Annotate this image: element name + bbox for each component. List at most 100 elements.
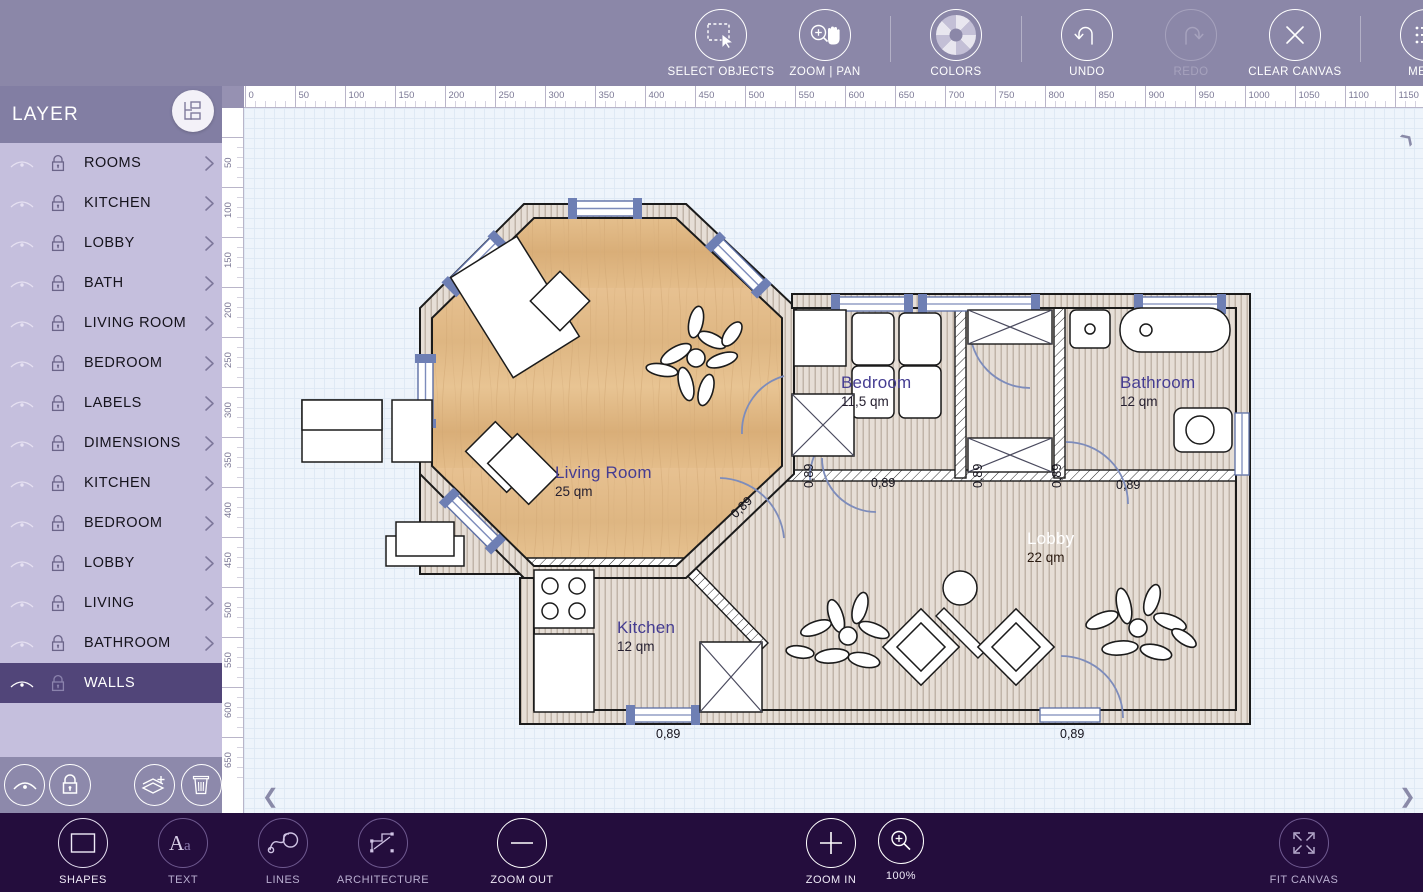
layer-visibility-icon[interactable]	[0, 676, 44, 690]
chevron-right-icon[interactable]	[196, 195, 222, 212]
zoom-out-button[interactable]: ZOOM OUT	[470, 818, 574, 886]
layer-visibility-icon[interactable]	[0, 596, 44, 610]
menu-button[interactable]: MENU	[1374, 0, 1423, 86]
ruler-minor-tick	[734, 101, 736, 107]
sidebar-item-bedroom[interactable]: BEDROOM	[0, 343, 222, 383]
layer-visibility-icon[interactable]	[0, 196, 44, 210]
fit-canvas-button[interactable]: FIT CANVAS	[1252, 818, 1356, 886]
layer-visibility-icon[interactable]	[0, 356, 44, 370]
sidebar-item-walls[interactable]: WALLS	[0, 663, 222, 703]
layer-visibility-icon[interactable]	[0, 316, 44, 330]
ruler-minor-tick	[784, 101, 786, 107]
sidebar-item-lobby[interactable]: LOBBY	[0, 223, 222, 263]
layer-visibility-icon[interactable]	[0, 476, 44, 490]
layer-visibility-button[interactable]	[4, 764, 46, 806]
layer-visibility-icon[interactable]	[0, 156, 44, 170]
layer-visibility-icon[interactable]	[0, 396, 44, 410]
layer-lock-button[interactable]	[49, 764, 91, 806]
chevron-right-icon[interactable]	[196, 355, 222, 372]
zoom-pan-button[interactable]: ZOOM | PAN	[773, 0, 877, 86]
lock-icon	[51, 234, 65, 251]
select-objects-button[interactable]: SELECT OBJECTS	[667, 0, 774, 86]
sidebar-item-kitchen[interactable]: KITCHEN	[0, 183, 222, 223]
redo-button[interactable]: REDO	[1139, 0, 1243, 86]
architecture-button[interactable]: ARCHITECTURE	[331, 818, 435, 886]
layer-lock-icon[interactable]	[44, 434, 72, 453]
chevron-right-icon[interactable]	[196, 595, 222, 612]
undo-button[interactable]: UNDO	[1035, 0, 1139, 86]
layer-lock-icon[interactable]	[44, 514, 72, 533]
horizontal-ruler[interactable]: 0 50 100 150 200 250 300 350 400 450 500 550 600 650 7…	[244, 86, 1423, 108]
layer-lock-icon[interactable]	[44, 274, 72, 293]
canvas-grid[interactable]: Living Room 25 qm Bedroom 11,5 qm Bathro…	[244, 108, 1423, 813]
layer-tree-button[interactable]	[172, 90, 214, 132]
layer-lock-icon[interactable]	[44, 194, 72, 213]
sidebar-item-bedroom[interactable]: BEDROOM	[0, 503, 222, 543]
delete-layer-button[interactable]	[180, 764, 222, 806]
layer-lock-icon[interactable]	[44, 314, 72, 333]
chevron-right-icon[interactable]	[196, 475, 222, 492]
sidebar-item-label: LIVING ROOM	[84, 315, 187, 331]
chevron-right-icon[interactable]	[196, 635, 222, 652]
layer-lock-icon[interactable]	[44, 474, 72, 493]
chevron-right-icon[interactable]	[196, 275, 222, 292]
clear-canvas-button[interactable]: CLEAR CANVAS	[1243, 0, 1347, 86]
sidebar-item-lobby[interactable]: LOBBY	[0, 543, 222, 583]
layer-visibility-icon[interactable]	[0, 276, 44, 290]
chevron-right-icon[interactable]	[196, 315, 222, 332]
ruler-tick-label: 550	[798, 90, 815, 101]
layer-lock-icon[interactable]	[44, 554, 72, 573]
chevron-right-icon[interactable]	[196, 155, 222, 172]
zoom-reset-button[interactable]: 100%	[849, 818, 953, 882]
layer-lock-icon[interactable]	[44, 394, 72, 413]
vertical-ruler[interactable]: 50 100 150 200 250 300 350 400 450 500 550 600 650	[222, 108, 244, 813]
chevron-right-icon[interactable]	[196, 515, 222, 532]
ruler-minor-tick	[384, 101, 386, 107]
sidebar-item-labels[interactable]: LABELS	[0, 383, 222, 423]
fit-canvas-icon-circle	[1279, 818, 1329, 868]
layer-visibility-icon[interactable]	[0, 636, 44, 650]
chevron-right-icon[interactable]	[196, 435, 222, 452]
add-layer-button[interactable]	[133, 764, 175, 806]
lines-button[interactable]: LINES	[231, 818, 335, 886]
layer-lock-icon[interactable]	[44, 634, 72, 653]
layer-lock-icon[interactable]	[44, 594, 72, 613]
sidebar-item-bathroom[interactable]: BATHROOM	[0, 623, 222, 663]
sidebar-item-bath[interactable]: BATH	[0, 263, 222, 303]
ruler-minor-tick	[404, 101, 406, 107]
dimension-label: 0,89	[1050, 463, 1064, 488]
sidebar-item-rooms[interactable]: ROOMS	[0, 143, 222, 183]
text-icon-circle: A a	[158, 818, 208, 868]
ruler-minor-tick	[237, 246, 243, 248]
chevron-right-icon[interactable]	[196, 235, 222, 252]
ruler-tick-label: 750	[998, 90, 1015, 101]
sidebar-item-living[interactable]: LIVING	[0, 583, 222, 623]
layer-lock-icon[interactable]	[44, 234, 72, 253]
ruler-tick: 900	[1144, 86, 1164, 107]
floorplan-drawing[interactable]	[244, 108, 1423, 813]
layer-lock-icon[interactable]	[44, 154, 72, 173]
shapes-button[interactable]: SHAPES	[31, 818, 135, 886]
layer-visibility-icon[interactable]	[0, 436, 44, 450]
canvas-area[interactable]: 0 50 100 150 200 250 300 350 400 450 500 550 600 650 7…	[222, 86, 1423, 813]
layer-visibility-icon[interactable]	[0, 556, 44, 570]
layer-visibility-icon[interactable]	[0, 516, 44, 530]
scroll-left-arrow[interactable]: ❮	[262, 784, 279, 809]
chevron-right-icon	[204, 435, 214, 451]
sidebar-item-kitchen[interactable]: KITCHEN	[0, 463, 222, 503]
chevron-right-icon[interactable]	[196, 555, 222, 572]
colors-button[interactable]: COLORS	[904, 0, 1008, 86]
sidebar-item-dimensions[interactable]: DIMENSIONS	[0, 423, 222, 463]
ruler-minor-tick	[237, 726, 243, 728]
chevron-right-icon[interactable]	[196, 395, 222, 412]
dimension-label: 0,89	[1116, 478, 1141, 492]
text-button[interactable]: A a TEXT	[131, 818, 235, 886]
ruler-tick-label: 850	[1098, 90, 1115, 101]
scroll-right-arrow[interactable]: ❯	[1399, 784, 1416, 809]
layer-visibility-icon[interactable]	[0, 236, 44, 250]
sidebar-item-living-room[interactable]: LIVING ROOM	[0, 303, 222, 343]
ruler-tick: 650	[894, 86, 914, 107]
ruler-minor-tick	[237, 466, 243, 468]
layer-lock-icon[interactable]	[44, 674, 72, 693]
layer-lock-icon[interactable]	[44, 354, 72, 373]
